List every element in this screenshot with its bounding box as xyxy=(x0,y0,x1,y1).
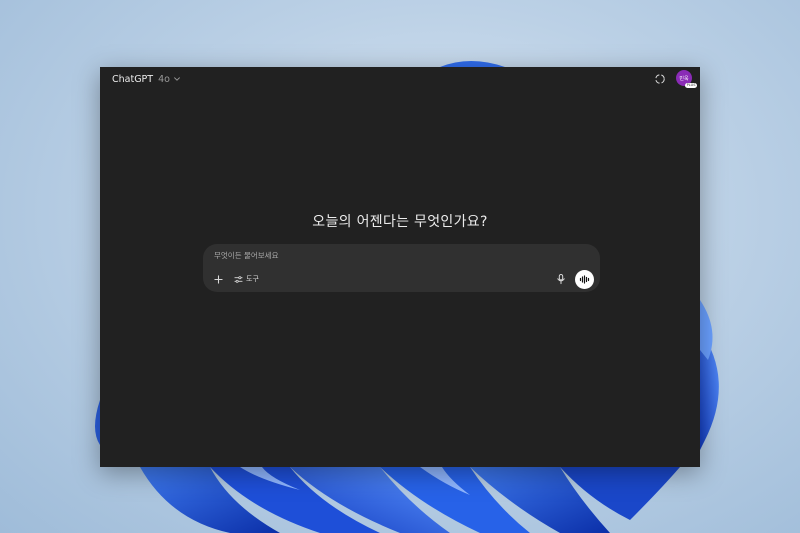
voice-mode-button[interactable] xyxy=(575,269,594,289)
composer-left-tools: 도구 xyxy=(211,272,262,286)
microphone-icon[interactable] xyxy=(555,273,567,285)
plan-badge: PLUS xyxy=(685,83,697,88)
composer-right-tools xyxy=(555,269,594,289)
voice-wave-icon xyxy=(579,274,590,284)
composer-toolbar: 도구 xyxy=(211,269,594,289)
temporary-chat-icon[interactable] xyxy=(654,73,666,85)
tools-label: 도구 xyxy=(246,275,259,283)
page-title: 오늘의 어젠다는 무엇인가요? xyxy=(312,214,488,230)
add-attachment-button[interactable] xyxy=(211,272,225,286)
plus-icon xyxy=(213,274,223,284)
prompt-composer: 도구 xyxy=(203,244,600,292)
chevron-down-icon xyxy=(174,77,180,81)
top-bar: ChatGPT 4o 민욱 PLUS xyxy=(100,67,700,91)
app-name: ChatGPT xyxy=(112,73,154,85)
prompt-input[interactable] xyxy=(214,251,554,260)
top-bar-actions: 민욱 PLUS xyxy=(654,70,697,88)
model-selector[interactable]: ChatGPT 4o xyxy=(112,74,181,85)
tools-icon xyxy=(234,275,243,283)
profile-button[interactable]: 민욱 PLUS xyxy=(676,70,697,88)
chatgpt-window: ChatGPT 4o 민욱 PLUS 오늘의 어젠다는 무엇인가요? 무엇이든 … xyxy=(100,67,700,467)
model-version: 4o xyxy=(158,73,170,85)
tools-button[interactable]: 도구 xyxy=(231,272,262,286)
